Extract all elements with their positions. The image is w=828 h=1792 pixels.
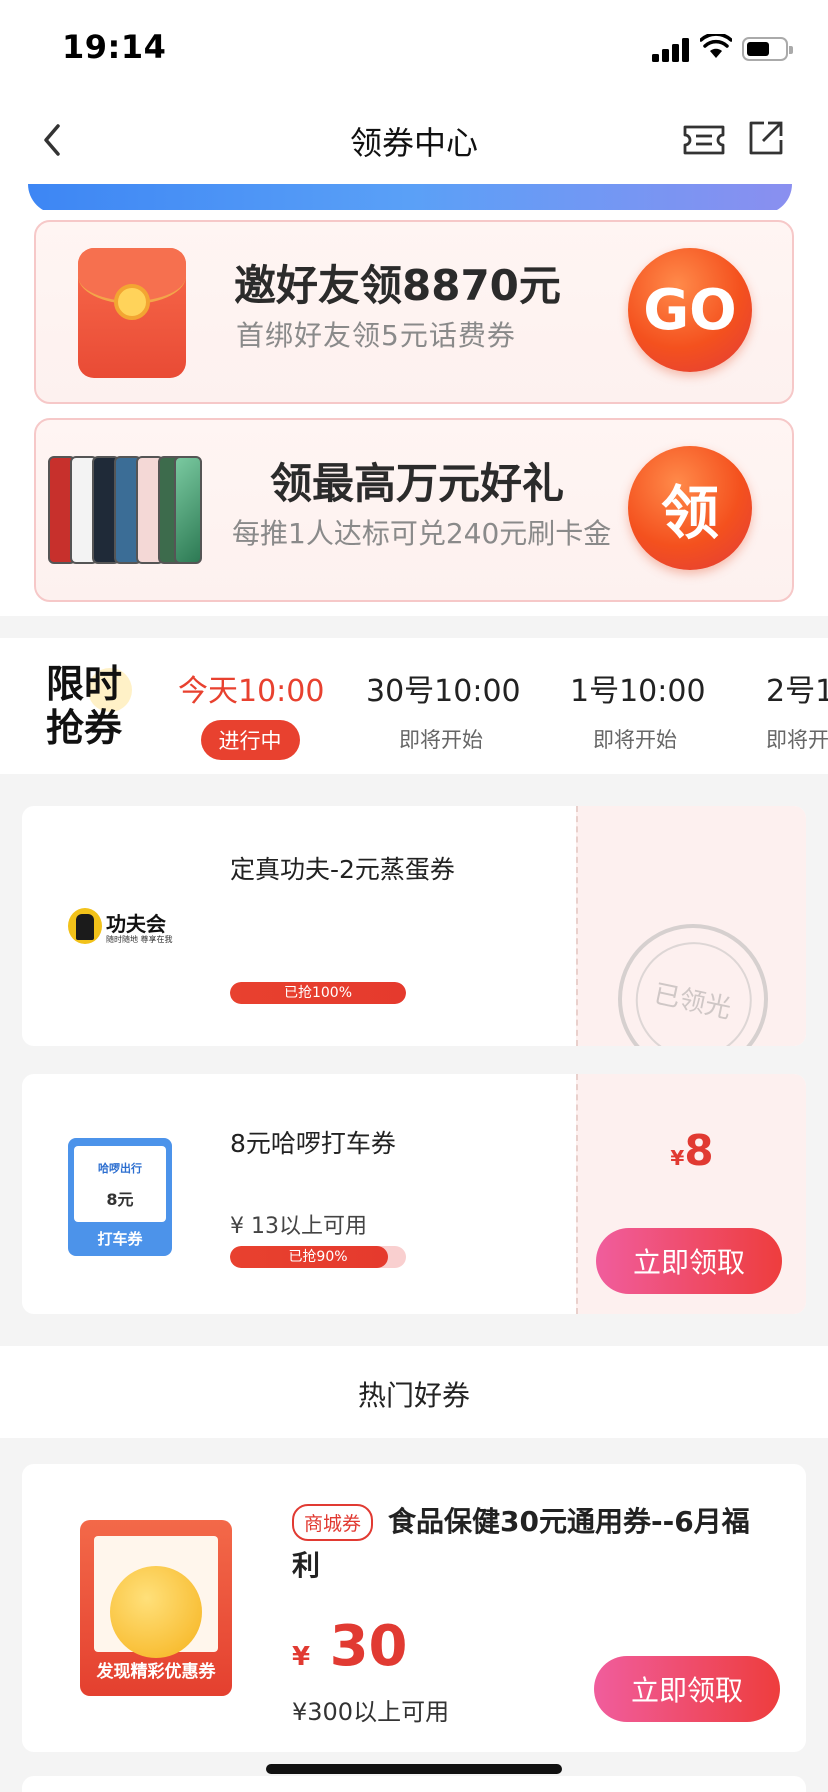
coupon-price: ¥8 xyxy=(670,1126,714,1175)
promo-title: 邀好友领8870元 xyxy=(234,261,561,310)
time-slot-today[interactable]: 今天10:00 进行中 xyxy=(178,666,324,760)
hot-coupon-card[interactable]: 发现精彩优惠券 食品保健30元通用券--6月福利 商城券 ¥ 30 ¥300以上… xyxy=(22,1464,806,1752)
coupon-card[interactable]: 哈啰出行 8元 打车券 8元哈啰打车券 ¥ 13以上可用 已抢90% ¥8 立即… xyxy=(22,1074,806,1314)
section-title: 热门好券 xyxy=(357,1379,470,1412)
status-bar: 19:14 xyxy=(0,0,828,96)
brand-logo: 哈啰出行 8元 打车券 xyxy=(68,1138,172,1256)
nav-bar: 领券中心 xyxy=(0,96,828,184)
home-indicator xyxy=(266,1764,562,1774)
claim-button[interactable]: 立即领取 xyxy=(594,1656,780,1722)
coupon-action-area: ¥8 立即领取 xyxy=(576,1074,806,1314)
hot-price: ¥ 30 xyxy=(292,1614,408,1679)
flash-sale-label: 限时 抢券 xyxy=(46,662,123,750)
invite-friend-card[interactable]: 邀好友领8870元 首绑好友领5元话费券 GO xyxy=(34,220,794,404)
mall-tag: 商城券 xyxy=(292,1504,374,1541)
claim-button[interactable]: 立即领取 xyxy=(596,1228,782,1294)
status-badge: 进行中 xyxy=(200,720,300,760)
progress-bar: 已抢100% xyxy=(230,982,406,1004)
coupon-condition: ¥ 13以上可用 xyxy=(230,1214,367,1239)
wifi-icon xyxy=(700,34,732,58)
flash-sale-bar: 限时 抢券 今天10:00 进行中 30号10:00 即将开始 1号10:00 … xyxy=(0,638,828,774)
coin-icon xyxy=(110,1566,202,1658)
claim-circle-button[interactable]: 领 xyxy=(628,446,752,570)
go-button[interactable]: GO xyxy=(628,248,752,372)
coupon-name: 定真功夫-2元蒸蛋券 xyxy=(230,855,455,884)
hot-condition: ¥300以上可用 xyxy=(292,1698,450,1726)
share-icon[interactable] xyxy=(746,118,786,158)
red-envelope-icon xyxy=(78,248,186,378)
promo-title: 领最高万元好礼 xyxy=(270,459,565,508)
status-time: 19:14 xyxy=(62,28,167,66)
brand-logo: 功夫会 随时随地 尊享在我 xyxy=(68,908,188,948)
time-slot-1[interactable]: 1号10:00 即将开始 xyxy=(570,666,706,754)
cellular-signal-icon xyxy=(652,38,692,62)
gift-card[interactable]: 领最高万元好礼 每推1人达标可兑240元刷卡金 领 xyxy=(34,418,794,602)
hot-section-header: 热门好券 xyxy=(0,1346,828,1438)
phones-image xyxy=(48,456,202,568)
next-card-peek xyxy=(22,1776,806,1792)
coupon-image: 发现精彩优惠券 xyxy=(80,1520,232,1696)
coupon-action-area: 已领光 xyxy=(576,806,806,1046)
battery-icon xyxy=(742,37,793,61)
time-slot-30[interactable]: 30号10:00 即将开始 xyxy=(366,666,521,754)
progress-bar: 已抢90% xyxy=(230,1246,406,1268)
promo-subtitle: 每推1人达标可兑240元刷卡金 xyxy=(232,517,612,550)
time-slot-2[interactable]: 2号10:00 即将开始 xyxy=(766,666,828,754)
coupon-name: 8元哈啰打车券 xyxy=(230,1129,396,1158)
sold-out-stamp: 已领光 xyxy=(604,910,782,1046)
ticket-icon[interactable] xyxy=(682,120,726,160)
coupon-card[interactable]: 功夫会 随时随地 尊享在我 定真功夫-2元蒸蛋券 已抢100% 已领光 xyxy=(22,806,806,1046)
promo-section: 邀好友领8870元 首绑好友领5元话费券 GO 领最高万元好礼 每推1人达标可兑… xyxy=(0,210,828,616)
promo-subtitle: 首绑好友领5元话费券 xyxy=(236,319,516,352)
